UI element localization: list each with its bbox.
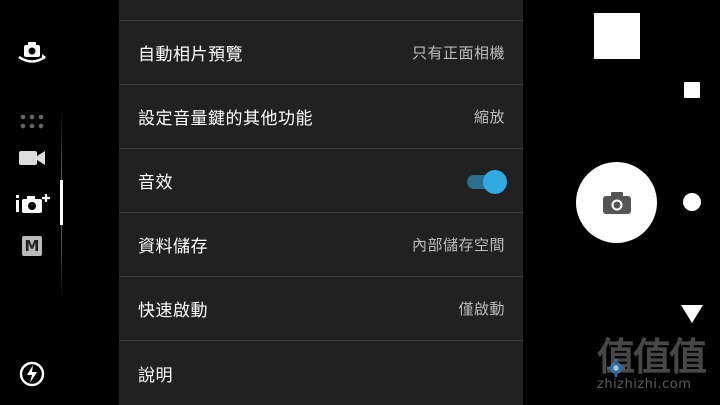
setting-value: 內部儲存空間: [411, 236, 505, 254]
setting-auto-photo-review[interactable]: 自動相片預覽 只有正面相機: [119, 21, 523, 85]
setting-label: 設定音量鍵的其他功能: [138, 109, 313, 129]
settings-row-partial: [119, 0, 523, 21]
switch-camera-icon[interactable]: [16, 40, 48, 68]
home-icon[interactable]: [683, 193, 701, 211]
setting-help[interactable]: 說明: [119, 341, 523, 405]
toggle-thumb: [483, 169, 507, 194]
more-apps-icon[interactable]: [18, 112, 46, 132]
setting-value: 僅啟動: [458, 300, 505, 318]
setting-quick-launch[interactable]: 快速啟動 僅啟動: [119, 277, 523, 341]
video-mode-icon[interactable]: [17, 148, 47, 168]
gear-icon: [607, 359, 625, 377]
setting-label: 自動相片預覽: [138, 45, 243, 65]
setting-label: 說明: [138, 365, 173, 386]
setting-value: 縮放: [473, 108, 505, 126]
setting-value: 只有正面相機: [411, 44, 505, 62]
setting-volume-key[interactable]: 設定音量鍵的其他功能 縮放: [119, 85, 523, 149]
photo-thumbnail[interactable]: [594, 13, 640, 59]
shutter-camera-icon: [602, 191, 631, 214]
setting-sound[interactable]: 音效: [119, 149, 523, 213]
flash-auto-icon[interactable]: [18, 360, 46, 388]
sound-toggle[interactable]: [467, 169, 507, 194]
setting-label: 資料儲存: [138, 237, 208, 257]
mode-rail: M: [0, 0, 64, 405]
shutter-button[interactable]: [576, 162, 657, 243]
setting-data-storage[interactable]: 資料儲存 內部儲存空間: [119, 213, 523, 277]
back-icon[interactable]: [681, 305, 703, 323]
superior-auto-icon[interactable]: [13, 190, 53, 216]
camera-settings-panel: 自動相片預覽 只有正面相機 設定音量鍵的其他功能 縮放 音效 資料儲存 內部儲存…: [119, 0, 523, 405]
setting-label: 快速啟動: [138, 301, 208, 321]
active-mode-indicator: [60, 180, 63, 225]
manual-mode-icon[interactable]: M: [22, 236, 42, 256]
setting-label: 音效: [138, 173, 173, 193]
recent-apps-icon[interactable]: [684, 82, 700, 98]
